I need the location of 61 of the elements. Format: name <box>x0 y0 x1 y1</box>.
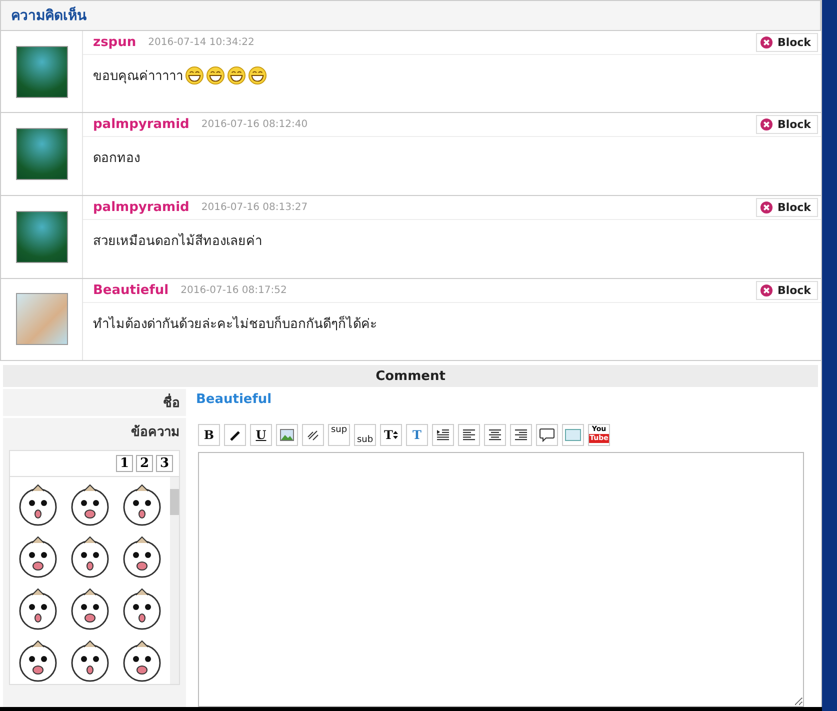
block-button[interactable]: Block <box>756 32 818 52</box>
laughing-emoji-icon <box>206 66 225 85</box>
quote-button[interactable] <box>536 424 558 446</box>
avatar-logo-placeholder <box>16 210 68 263</box>
image-button[interactable] <box>276 424 298 446</box>
scrollbar[interactable] <box>170 476 179 684</box>
superscript-button[interactable]: sup <box>328 424 350 446</box>
comment-text: ทำไมต้องด่ากันด้วยล่ะคะไม่ชอบก็บอกกันดีๆก็ได้ค่ะ <box>93 314 377 334</box>
username: palmpyramid <box>93 200 190 215</box>
message-field[interactable] <box>198 452 804 707</box>
timestamp: 2016-07-14 10:34:22 <box>148 36 256 48</box>
avatar-logo-placeholder <box>16 128 68 180</box>
message-label: ข้อความ <box>131 424 180 442</box>
align-left-button[interactable] <box>458 424 480 446</box>
align-center-icon <box>488 428 502 441</box>
timestamp: 2016-07-16 08:13:27 <box>201 202 309 213</box>
timestamp: 2016-07-16 08:12:40 <box>201 119 309 130</box>
page-button[interactable]: 2 <box>136 454 153 472</box>
underline-button[interactable]: U <box>250 424 272 446</box>
close-icon <box>760 284 774 297</box>
username: zspun <box>93 34 136 50</box>
comment-text: ดอกทอง <box>93 150 140 168</box>
photo-placeholder <box>16 293 68 346</box>
image-icon <box>280 428 294 441</box>
username: Beautieful <box>93 282 169 298</box>
laughing-emoji-icon <box>227 66 246 85</box>
page-button[interactable]: 3 <box>156 454 173 472</box>
speech-bubble-icon <box>539 428 555 442</box>
block-button[interactable]: Block <box>756 198 818 217</box>
indent-icon <box>436 428 450 441</box>
close-icon <box>760 118 774 132</box>
block-button[interactable]: Block <box>756 115 818 134</box>
align-left-icon <box>462 428 476 441</box>
timestamp: 2016-07-16 08:17:52 <box>180 284 288 296</box>
comment-heading: Comment <box>3 365 818 387</box>
section-title: ความคิดเห็น <box>0 0 821 31</box>
font-color-button[interactable]: T <box>406 424 428 446</box>
rectangle-icon <box>565 428 581 441</box>
laughing-emoji-icon <box>185 66 204 85</box>
comment-text: ขอบคุณค่าาาาา <box>93 68 183 86</box>
laughing-emoji-icon <box>248 66 267 85</box>
block-button[interactable]: Block <box>756 280 818 300</box>
page-button[interactable]: 1 <box>116 454 133 472</box>
align-center-button[interactable] <box>484 424 506 446</box>
close-icon <box>760 200 774 214</box>
bold-button[interactable]: B <box>198 424 220 446</box>
name-label: ชื่อ <box>163 392 180 413</box>
indent-button[interactable] <box>432 424 454 446</box>
name-value: Beautieful <box>195 390 273 409</box>
username: palmpyramid <box>93 117 190 132</box>
subscript-button[interactable]: sub <box>354 424 376 446</box>
slash-icon <box>229 428 241 441</box>
italic-button[interactable] <box>224 424 246 446</box>
link-button[interactable] <box>302 424 324 446</box>
font-size-button[interactable]: T <box>380 424 402 446</box>
avatar-logo-placeholder <box>16 46 68 98</box>
close-icon <box>760 36 774 49</box>
align-right-button[interactable] <box>510 424 532 446</box>
comment-text: สวยเหมือนดอกไม้สีทองเลยค่า <box>93 232 262 251</box>
align-right-icon <box>514 428 528 441</box>
up-down-arrow-icon <box>392 430 398 439</box>
